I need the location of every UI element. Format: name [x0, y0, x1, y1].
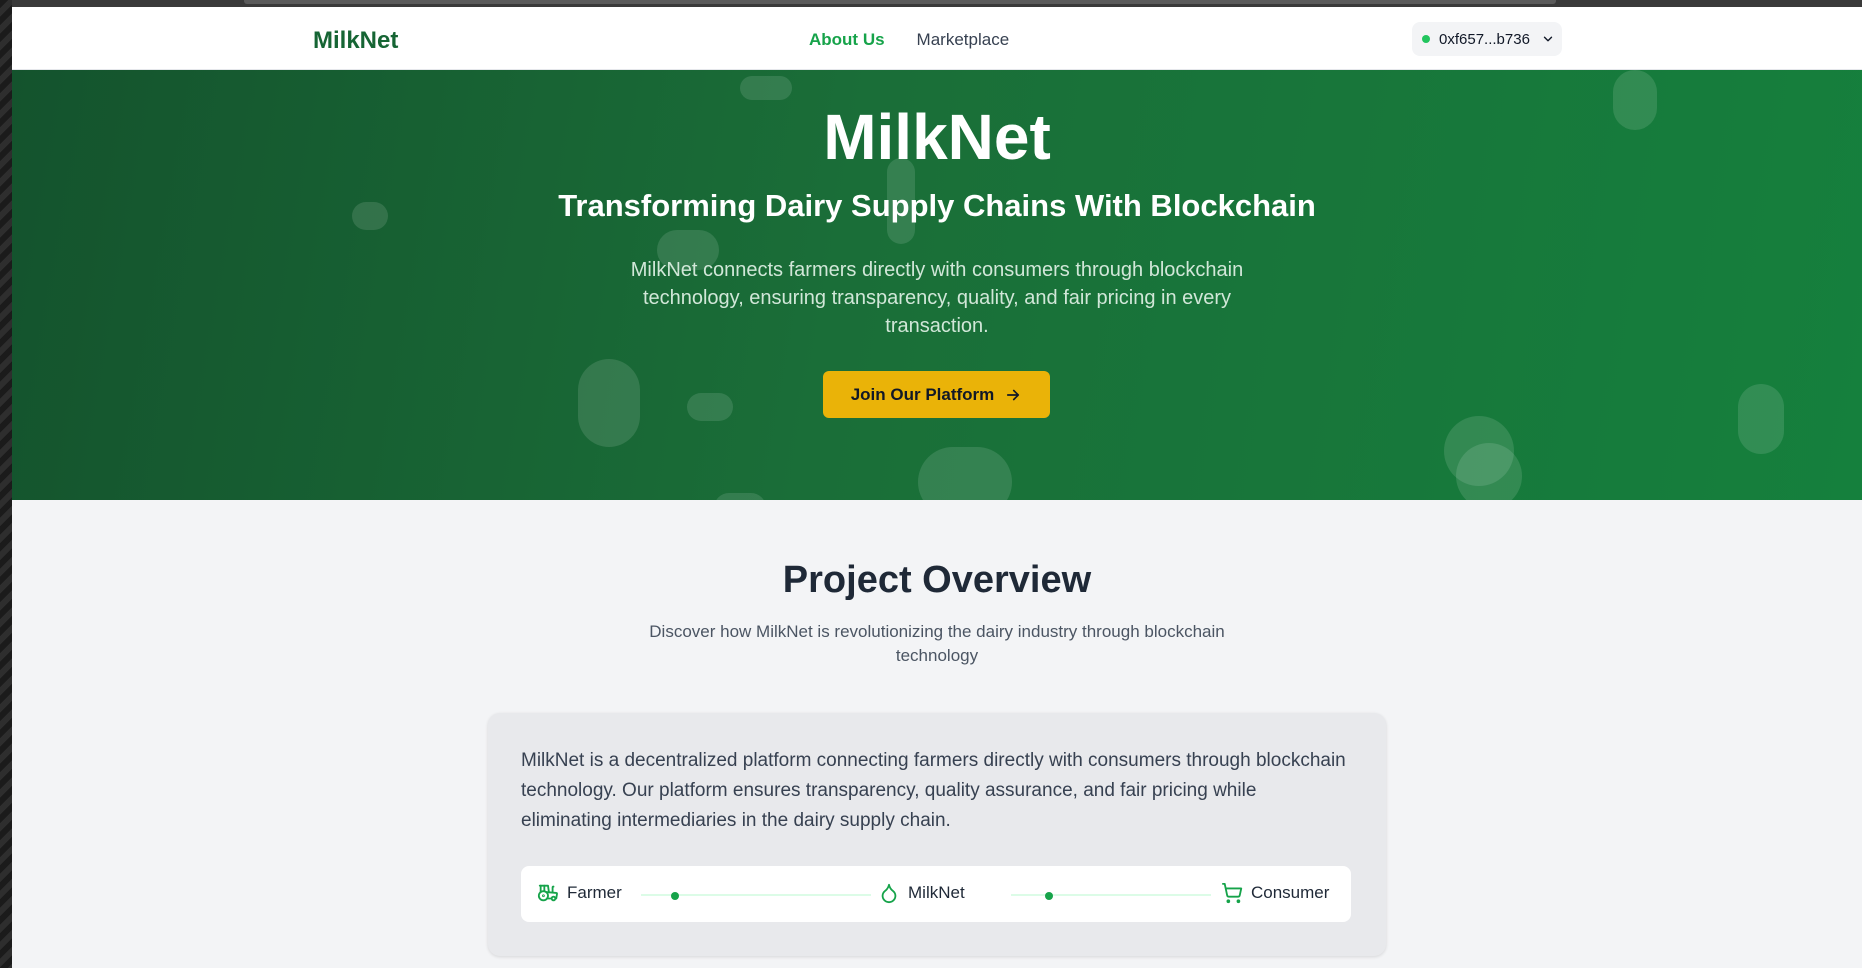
navbar: MilkNet About Us Marketplace 0xf657...b7… — [12, 7, 1862, 70]
join-platform-label: Join Our Platform — [850, 384, 995, 404]
supply-flow: Farmer MilkNet Consumer — [521, 866, 1351, 922]
decorative-bubble — [687, 393, 733, 421]
connected-status-dot — [1422, 35, 1430, 43]
droplet-icon — [881, 883, 897, 904]
hero-description: MilkNet connects farmers directly with c… — [630, 259, 1244, 337]
brand-logo[interactable]: MilkNet — [313, 27, 398, 55]
flow-dot — [671, 892, 679, 900]
join-platform-button[interactable]: Join Our Platform — [823, 371, 1050, 418]
wallet-button[interactable]: 0xf657...b736 — [1412, 22, 1562, 56]
overview-subtitle: Discover how MilkNet is revolutionizing … — [649, 622, 1225, 665]
chevron-down-icon — [1543, 36, 1553, 42]
decorative-bubble — [578, 359, 640, 447]
flow-node-farmer: Farmer — [537, 882, 622, 904]
nav-link-about-us[interactable]: About Us — [809, 30, 885, 50]
decorative-bubble — [714, 493, 766, 500]
decorative-bubble — [740, 76, 792, 100]
flow-node-consumer: Consumer — [1221, 882, 1329, 904]
overview-body: MilkNet is a decentralized platform conn… — [521, 750, 1346, 831]
flow-connector — [1011, 894, 1211, 896]
hero-title: MilkNet — [823, 101, 1051, 173]
page: MilkNet About Us Marketplace 0xf657...b7… — [12, 7, 1862, 968]
tab-bar — [244, 0, 1556, 4]
decorative-bubble — [1738, 384, 1784, 454]
flow-label-milknet: MilkNet — [908, 883, 965, 902]
overview-title: Project Overview — [782, 559, 1092, 601]
tractor-icon — [537, 884, 558, 902]
flow-label-farmer: Farmer — [567, 883, 622, 902]
window-edge — [0, 0, 12, 968]
flow-label-consumer: Consumer — [1251, 883, 1330, 902]
decorative-bubble — [918, 447, 1012, 500]
cart-icon — [1221, 882, 1243, 904]
arrow-right-icon — [1007, 389, 1020, 400]
nav-links: About Us Marketplace — [809, 30, 1009, 50]
decorative-bubble — [1456, 443, 1522, 500]
browser-top-strip — [12, 0, 1862, 7]
flow-dot — [1045, 892, 1053, 900]
hero-subtitle: Transforming Dairy Supply Chains With Bl… — [558, 188, 1316, 223]
overview-card: MilkNet is a decentralized platform conn… — [488, 713, 1386, 956]
wallet-address: 0xf657...b736 — [1439, 30, 1530, 48]
hero-section: MilkNet Transforming Dairy Supply Chains… — [12, 70, 1862, 500]
nav-link-marketplace[interactable]: Marketplace — [917, 30, 1010, 50]
flow-node-milknet: MilkNet — [878, 882, 965, 904]
